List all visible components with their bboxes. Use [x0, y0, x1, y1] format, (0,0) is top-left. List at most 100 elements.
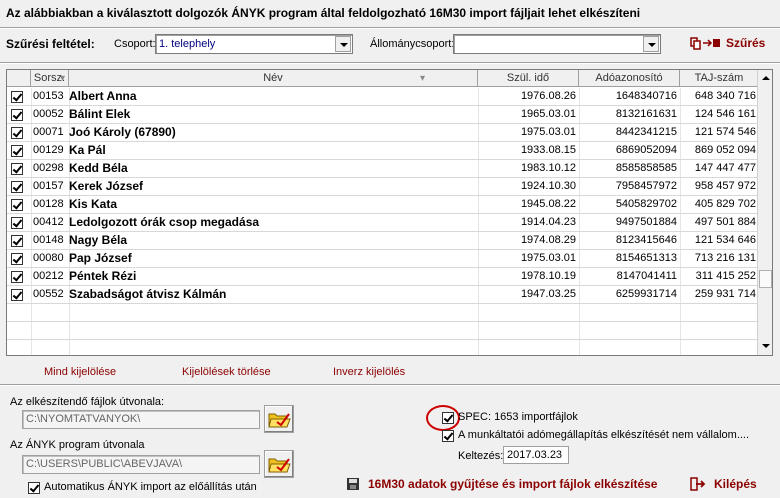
generate-button[interactable]: 16M30 adatok gyűjtése és import fájlok e… [346, 477, 657, 491]
row-number: 00129 [33, 144, 64, 156]
anyk-folder-button[interactable] [264, 450, 294, 478]
auto-import-label: Automatikus ÁNYK import az előállítás ut… [44, 481, 257, 493]
header-taj[interactable]: TAJ-szám [680, 70, 759, 87]
row-taj: 121 574 546 [694, 126, 756, 138]
invert-selection-link[interactable]: Inverz kijelölés [333, 366, 405, 378]
filter-button[interactable]: Szűrés [690, 36, 765, 50]
row-tax-id: 6869052094 [615, 144, 677, 156]
row-checkbox[interactable] [11, 235, 23, 247]
group-combo[interactable]: 1. telephely [155, 34, 353, 54]
row-tax-id: 7958457972 [615, 180, 677, 192]
row-checkbox[interactable] [11, 217, 23, 229]
chevron-down-icon[interactable] [643, 36, 659, 52]
header-adoazonosito-label: Adóazonosító [595, 72, 663, 84]
header-sorsz[interactable]: Sorsz. ▾ [31, 70, 69, 87]
row-taj: 147 447 477 [694, 162, 756, 174]
generate-button-label: 16M30 adatok gyűjtése és import fájlok e… [368, 477, 658, 491]
output-folder-button[interactable] [264, 405, 294, 433]
employee-grid[interactable]: Sorsz. ▾ Név ▾ Szül. idő Adóazonosító TA… [6, 69, 773, 356]
row-checkbox[interactable] [11, 271, 23, 283]
chevron-down-icon[interactable] [335, 36, 351, 52]
row-checkbox[interactable] [11, 145, 23, 157]
row-birth-date: 1965.03.01 [520, 108, 576, 120]
row-name: Bálint Elek [69, 107, 131, 121]
sort-arrow-icon: ▾ [59, 73, 65, 84]
header-taj-label: TAJ-szám [694, 72, 744, 84]
spec-label: SPEC: 1653 importfájlok [458, 411, 578, 423]
row-tax-id: 8154651313 [615, 252, 677, 264]
select-all-link[interactable]: Mind kijelölése [44, 366, 116, 378]
row-checkbox[interactable] [11, 253, 23, 265]
header-szul-ido[interactable]: Szül. idő [478, 70, 579, 87]
scroll-up-icon[interactable] [758, 71, 772, 87]
folder-icon [268, 458, 291, 473]
header-nev-label: Név [263, 72, 283, 84]
row-number: 00153 [33, 90, 64, 102]
row-tax-id: 8147041411 [616, 270, 677, 282]
row-birth-date: 1975.03.01 [520, 126, 576, 138]
table-row[interactable]: 00148 Nagy Béla 1974.08.29 8123415646 121 53… [7, 232, 759, 250]
table-row[interactable]: 00080 Pap József 1975.03.01 8154651313 713 2… [7, 250, 759, 268]
group-label: Csoport: [114, 38, 156, 50]
row-tax-id: 6259931714 [615, 288, 677, 300]
table-row[interactable]: 00129 Ka Pál 1933.08.15 6869052094 869 052 0… [7, 142, 759, 160]
group-combo-value: 1. telephely [159, 38, 216, 50]
table-row[interactable]: 00212 Péntek Rézi 1978.10.19 8147041411 311 … [7, 268, 759, 286]
row-birth-date: 1976.08.26 [520, 90, 576, 102]
output-path-field[interactable]: C:\NYOMTATVANYOK\ [22, 410, 260, 429]
row-taj: 497 501 884 [694, 216, 756, 228]
row-checkbox[interactable] [11, 127, 23, 139]
table-row[interactable]: 00128 Kis Kata 1945.08.22 5405829702 405 829… [7, 196, 759, 214]
row-tax-id: 1648340716 [615, 90, 677, 102]
spec-checkbox[interactable] [442, 412, 454, 424]
row-number: 00080 [33, 252, 64, 264]
scroll-thumb[interactable] [759, 270, 772, 288]
row-number: 00212 [33, 270, 64, 282]
row-number: 00148 [33, 234, 64, 246]
table-row[interactable]: 00157 Kerek József 1924.10.30 7958457972 958… [7, 178, 759, 196]
row-checkbox[interactable] [11, 199, 23, 211]
table-row[interactable]: 00412 Ledolgozott órák csop megadása 1914.… [7, 214, 759, 232]
row-birth-date: 1983.10.12 [520, 162, 576, 174]
row-birth-date: 1945.08.22 [520, 198, 576, 210]
row-checkbox[interactable] [11, 289, 23, 301]
header-adoazonosito[interactable]: Adóazonosító [579, 70, 680, 87]
filter-label: Szűrési feltétel: [6, 37, 95, 51]
header-check-column [7, 70, 31, 87]
auto-import-checkbox[interactable] [28, 482, 40, 494]
save-icon [347, 478, 359, 490]
row-checkbox[interactable] [11, 91, 23, 103]
row-checkbox[interactable] [11, 109, 23, 121]
employer-checkbox[interactable] [442, 430, 454, 442]
table-row[interactable]: 00071 Joó Károly (67890) 1975.03.01 8442341… [7, 124, 759, 142]
output-path-label: Az elkészítendő fájlok útvonala: [10, 396, 165, 408]
staff-group-label: Állománycsoport: [370, 38, 455, 50]
table-row[interactable]: 00552 Szabadságot átvisz Kálmán 1947.03.25… [7, 286, 759, 304]
grid-scrollbar[interactable] [757, 70, 772, 355]
row-tax-id: 5405829702 [615, 198, 677, 210]
table-row[interactable]: 00052 Bálint Elek 1965.03.01 8132161631 124 … [7, 106, 759, 124]
header-nev[interactable]: Név ▾ [69, 70, 478, 87]
table-row[interactable]: 00153 Albert Anna 1976.08.26 1648340716 648 … [7, 88, 759, 106]
row-taj: 713 216 131 [694, 252, 756, 264]
row-name: Ka Pál [69, 143, 106, 157]
row-taj: 121 534 646 [694, 234, 756, 246]
row-birth-date: 1947.03.25 [520, 288, 576, 300]
date-field[interactable]: 2017.03.23 [503, 446, 569, 464]
staff-group-combo[interactable] [453, 34, 661, 54]
row-name: Ledolgozott órák csop megadása [69, 215, 260, 229]
row-tax-id: 8442341215 [615, 126, 677, 138]
exit-button[interactable]: Kilépés [690, 477, 757, 491]
sort-arrow-icon: ▾ [419, 73, 425, 84]
row-number: 00071 [33, 126, 64, 138]
row-name: Pap József [69, 251, 132, 265]
row-checkbox[interactable] [11, 181, 23, 193]
row-checkbox[interactable] [11, 163, 23, 175]
anyk-path-field[interactable]: C:\USERS\PUBLIC\ABEVJAVA\ [22, 455, 260, 474]
table-row[interactable]: 00298 Kedd Béla 1983.10.12 8585858585 147 44… [7, 160, 759, 178]
clear-selection-link[interactable]: Kijelölések törlése [182, 366, 271, 378]
scroll-down-icon[interactable] [758, 338, 772, 354]
row-birth-date: 1933.08.15 [520, 144, 576, 156]
row-birth-date: 1975.03.01 [520, 252, 576, 264]
filter-button-label: Szűrés [726, 36, 766, 50]
